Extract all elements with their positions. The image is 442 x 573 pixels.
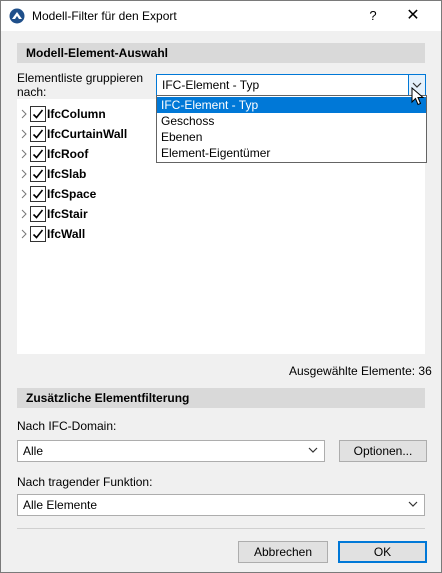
checkmark-icon	[32, 229, 44, 239]
help-button[interactable]: ?	[361, 8, 385, 23]
tree-item-label: IfcColumn	[47, 107, 106, 121]
window-title: Modell-Filter für den Export	[32, 9, 177, 23]
chevron-right-icon[interactable]	[21, 189, 27, 199]
dropdown-option-label: Geschoss	[161, 114, 215, 128]
tree-item-label: IfcRoof	[47, 147, 89, 161]
close-button[interactable]: ✕	[401, 5, 425, 25]
tree-item-checkbox[interactable]	[30, 106, 46, 122]
title-bar: Modell-Filter für den Export ? ✕	[1, 1, 441, 31]
dialog-window: Modell-Filter für den Export ? ✕ Modell-…	[0, 0, 442, 573]
tree-item-label: IfcSlab	[47, 167, 87, 181]
group-by-label-line2: nach:	[17, 85, 47, 99]
model-selection-header-label: Modell-Element-Auswahl	[26, 46, 169, 60]
tree-item-checkbox[interactable]	[30, 126, 46, 142]
chevron-right-icon[interactable]	[21, 229, 27, 239]
chevron-down-icon	[308, 447, 318, 453]
checkmark-icon	[32, 169, 44, 179]
tree-item-checkbox[interactable]	[30, 206, 46, 222]
chevron-right-icon[interactable]	[21, 209, 27, 219]
tree-item-label: IfcStair	[47, 207, 88, 221]
tree-item-checkbox[interactable]	[30, 146, 46, 162]
dropdown-option[interactable]: IFC-Element - Typ	[157, 97, 426, 113]
dropdown-option[interactable]: Ebenen	[157, 129, 426, 145]
group-by-select-value: IFC-Element - Typ	[162, 78, 260, 92]
group-by-label-line1: Elementliste gruppieren	[17, 71, 144, 85]
selected-count: Ausgewählte Elemente: 36	[289, 364, 432, 378]
archicad-app-icon	[9, 8, 25, 24]
chevron-right-icon[interactable]	[21, 169, 27, 179]
checkmark-icon	[32, 189, 44, 199]
tree-item-checkbox[interactable]	[30, 226, 46, 242]
chevron-right-icon[interactable]	[21, 109, 27, 119]
tree-item-checkbox[interactable]	[30, 166, 46, 182]
options-button[interactable]: Optionen...	[339, 440, 427, 462]
load-bearing-function-label: Nach tragender Funktion:	[17, 475, 153, 489]
load-bearing-function-value: Alle Elemente	[23, 498, 98, 512]
dropdown-option-label: IFC-Element - Typ	[161, 98, 259, 112]
footer-divider	[17, 528, 425, 529]
load-bearing-function-select[interactable]: Alle Elemente	[17, 494, 425, 516]
chevron-right-icon[interactable]	[21, 149, 27, 159]
additional-filter-header-label: Zusätzliche Elementfilterung	[26, 391, 190, 405]
tree-item-label: IfcWall	[47, 227, 86, 241]
mouse-pointer-icon	[411, 87, 425, 106]
ifc-domain-select[interactable]: Alle	[17, 440, 325, 462]
additional-filter-header: Zusätzliche Elementfilterung	[17, 388, 425, 408]
checkmark-icon	[32, 109, 44, 119]
ifc-domain-label: Nach IFC-Domain:	[17, 419, 117, 433]
group-by-select[interactable]: IFC-Element - Typ	[156, 74, 426, 96]
chevron-down-icon	[408, 501, 418, 507]
group-by-dropdown-list: IFC-Element - Typ Geschoss Ebenen Element-E…	[156, 95, 427, 163]
chevron-right-icon[interactable]	[21, 129, 27, 139]
dropdown-option[interactable]: Geschoss	[157, 113, 426, 129]
checkmark-icon	[32, 209, 44, 219]
tree-item-label: IfcSpace	[47, 187, 97, 201]
dropdown-option-label: Ebenen	[161, 130, 203, 144]
model-selection-header: Modell-Element-Auswahl	[17, 43, 425, 63]
dropdown-option[interactable]: Element-Eigentümer	[157, 145, 426, 161]
checkmark-icon	[32, 129, 44, 139]
dropdown-option-label: Element-Eigentümer	[161, 146, 271, 160]
tree-item-label: IfcCurtainWall	[47, 127, 128, 141]
ifc-domain-value: Alle	[23, 444, 44, 458]
tree-item-checkbox[interactable]	[30, 186, 46, 202]
cancel-button[interactable]: Abbrechen	[238, 541, 328, 563]
checkmark-icon	[32, 149, 44, 159]
ok-button[interactable]: OK	[338, 541, 427, 563]
